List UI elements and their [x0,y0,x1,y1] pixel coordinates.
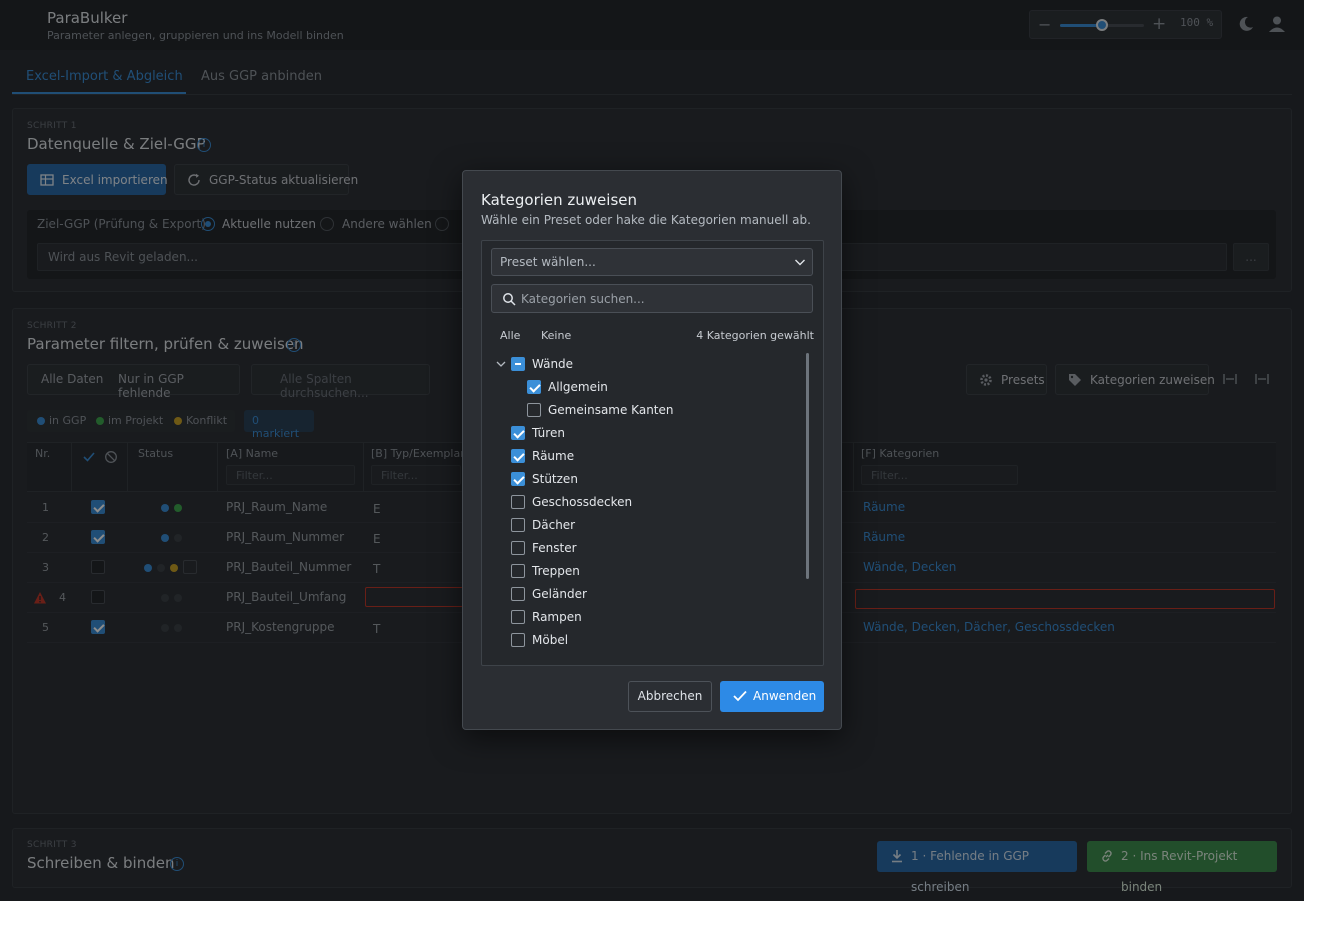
category-checkbox[interactable] [511,495,525,509]
category-checkbox[interactable] [511,449,525,463]
search-icon [503,293,516,306]
chevron-down-icon [795,259,805,266]
category-search-input[interactable]: Kategorien suchen... [491,284,813,313]
category-label: Geschossdecken [532,495,633,509]
category-checkbox[interactable] [511,518,525,532]
category-checkbox[interactable] [527,380,541,394]
category-label: Stützen [532,472,578,486]
category-label: Rampen [532,610,582,624]
cancel-button[interactable]: Abbrechen [628,681,712,712]
dialog-title: Kategorien zuweisen [481,191,638,209]
apply-label: Anwenden [753,689,817,703]
category-checkbox[interactable] [527,403,541,417]
checkmark-icon [733,690,747,702]
category-checkbox[interactable] [511,564,525,578]
select-none-link[interactable]: Keine [541,329,571,342]
assign-categories-dialog: Kategorien zuweisen Wähle ein Preset ode… [462,170,842,730]
category-label: Türen [532,426,565,440]
category-checkbox[interactable] [511,541,525,555]
selected-count: 4 Kategorien gewählt [696,329,814,342]
app-window: ParaBulker Parameter anlegen, gruppieren… [0,0,1304,901]
category-label: Räume [532,449,575,463]
category-label: Möbel [532,633,569,647]
category-label: Wände [532,357,574,371]
category-list-scrollbar[interactable] [806,353,809,579]
category-label: Treppen [532,564,580,578]
select-all-link[interactable]: Alle [500,329,520,342]
category-search-placeholder: Kategorien suchen... [521,292,645,306]
category-checkbox[interactable] [511,426,525,440]
preset-select-value: Preset wählen... [500,255,596,269]
tree-expand-chevron-icon[interactable] [496,359,506,369]
apply-button[interactable]: Anwenden [720,681,824,712]
category-checkbox[interactable] [511,357,525,371]
category-checkbox[interactable] [511,610,525,624]
category-label: Geländer [532,587,587,601]
dialog-subtitle: Wähle ein Preset oder hake die Kategorie… [481,213,811,227]
category-checkbox[interactable] [511,472,525,486]
category-label: Allgemein [548,380,608,394]
preset-select[interactable]: Preset wählen... [491,248,813,276]
category-label: Gemeinsame Kanten [548,403,674,417]
category-picker: Preset wählen... Kategorien suchen... Al… [481,240,824,666]
category-checkbox[interactable] [511,587,525,601]
category-label: Fenster [532,541,577,555]
category-checkbox[interactable] [511,633,525,647]
category-label: Dächer [532,518,576,532]
